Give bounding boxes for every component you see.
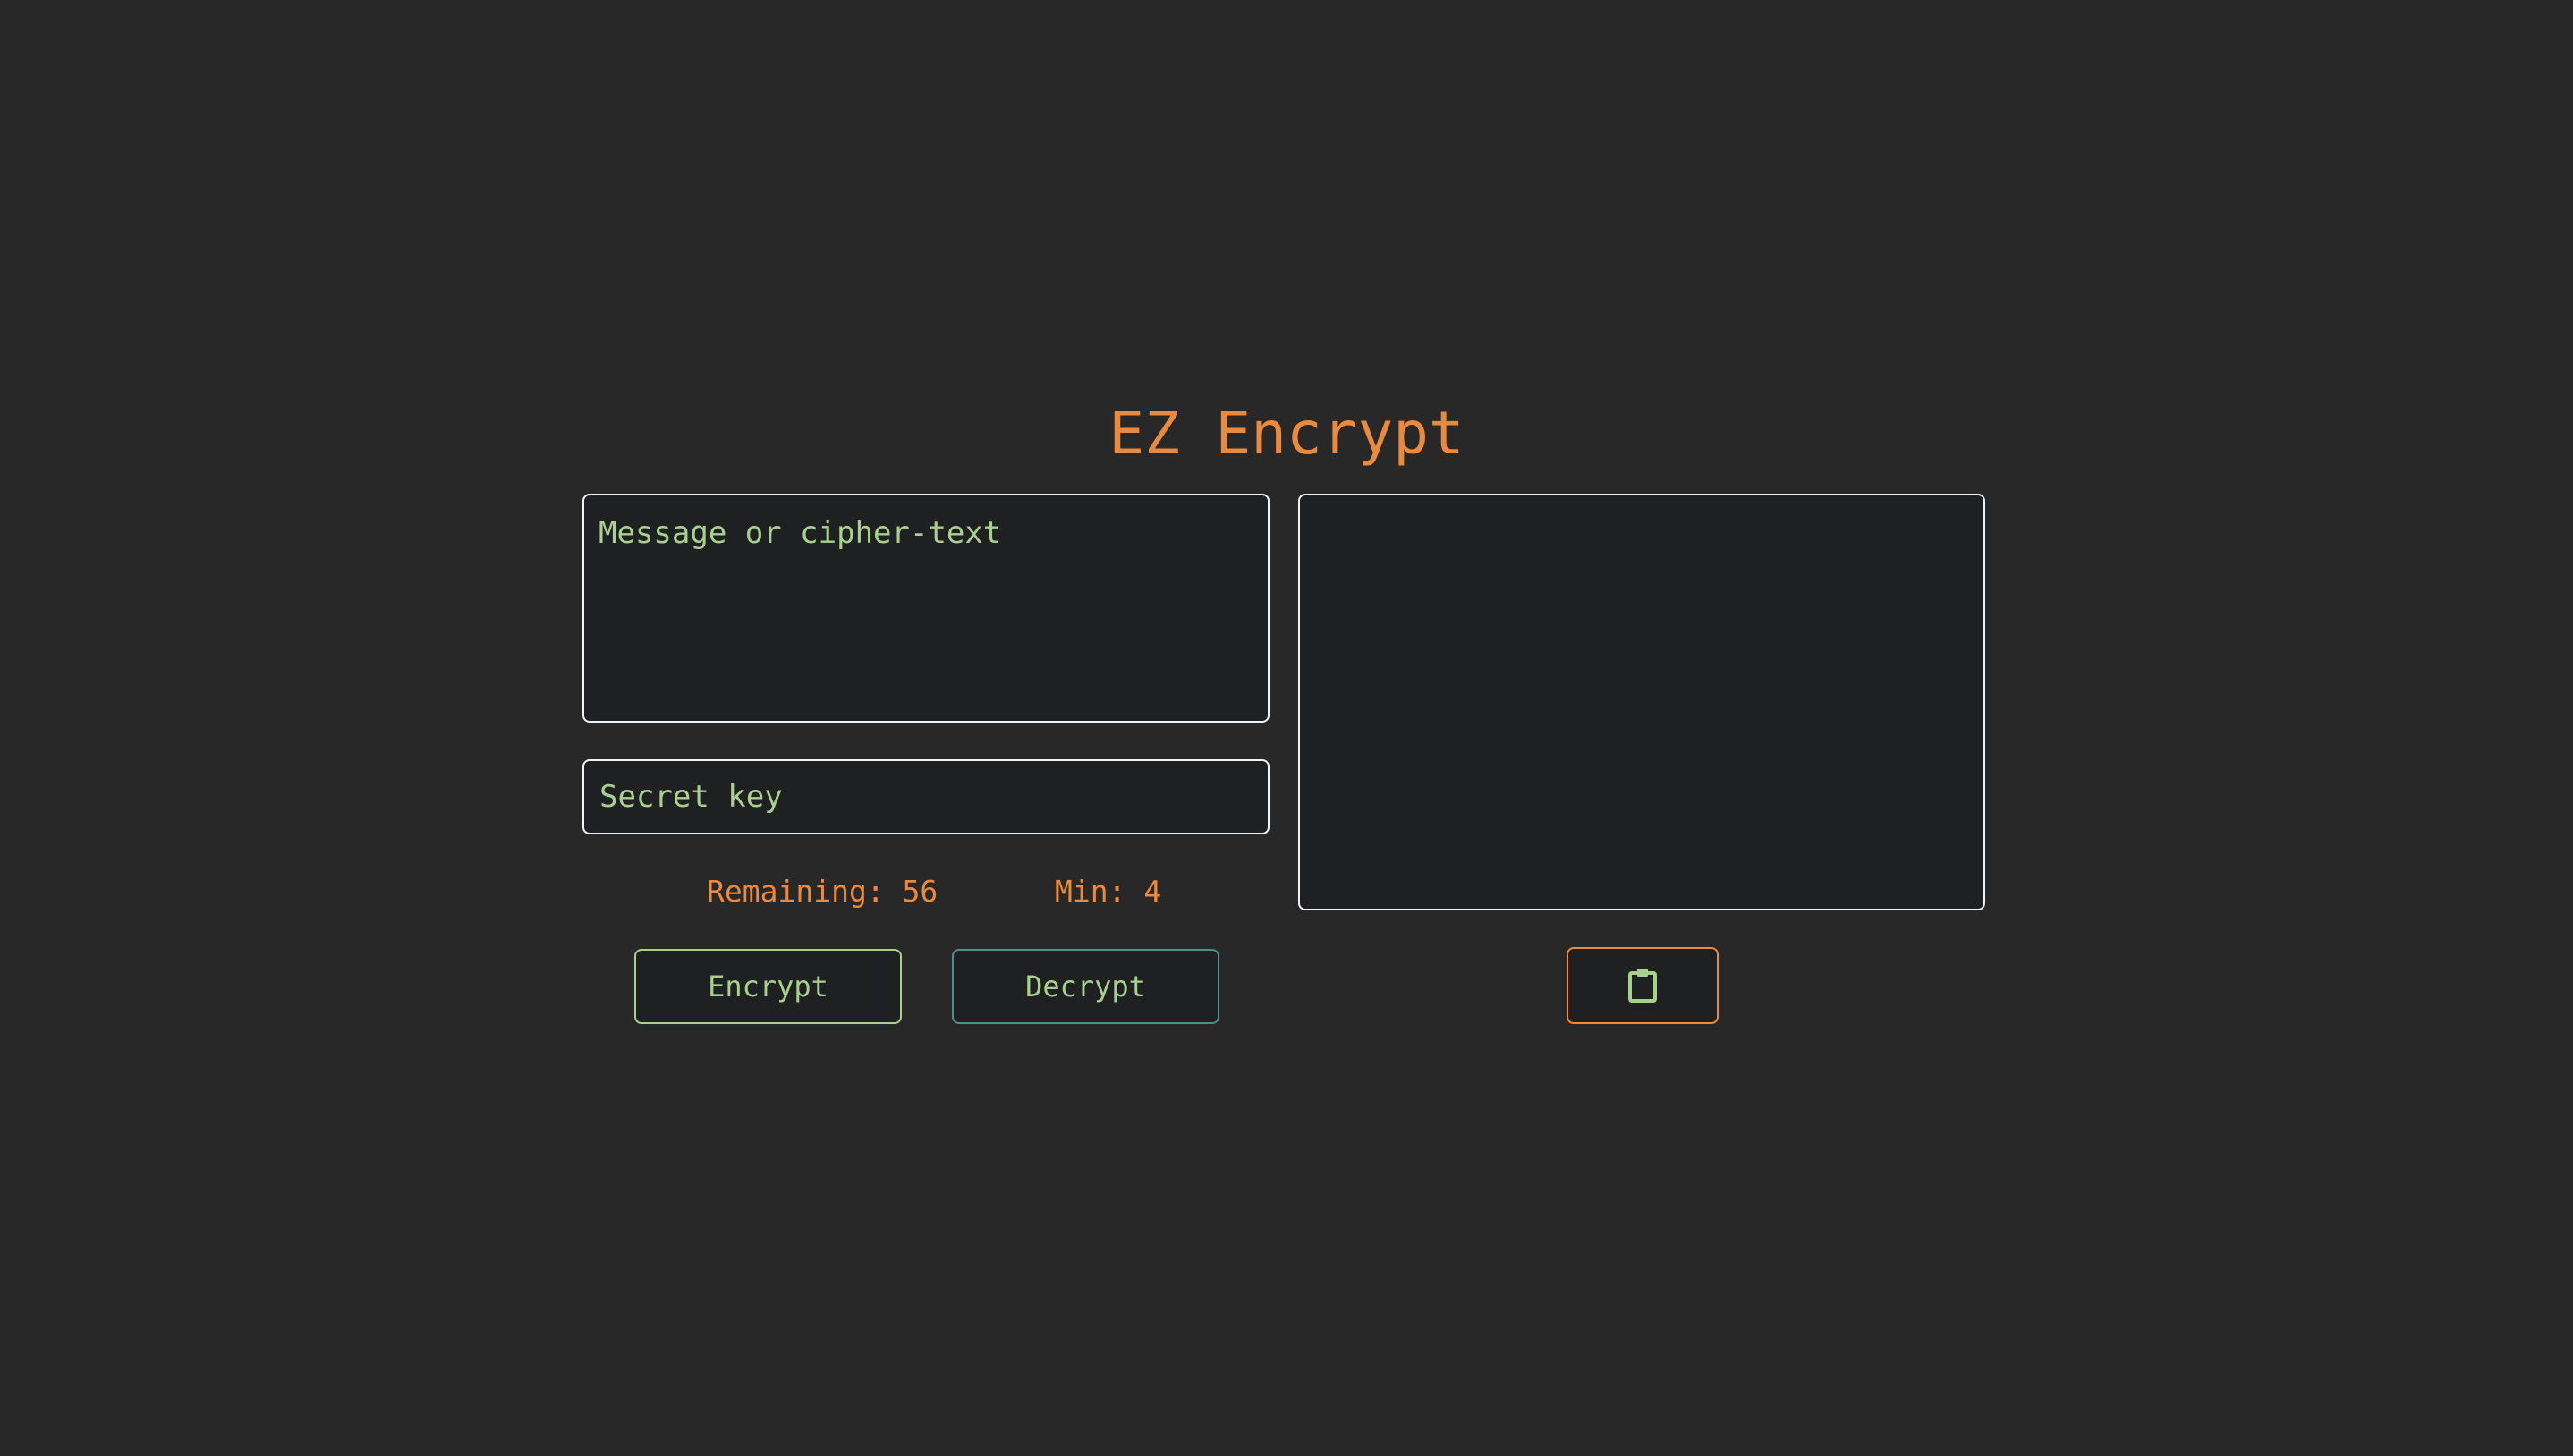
decrypt-button[interactable]: Decrypt bbox=[952, 949, 1219, 1024]
app-root: EZ Encrypt Remaining: 56 Min: 4 Encrypt … bbox=[0, 0, 2573, 1456]
clipboard-icon bbox=[1626, 968, 1659, 1003]
encrypt-button[interactable]: Encrypt bbox=[634, 949, 902, 1024]
min-count: Min: 4 bbox=[1055, 874, 1162, 909]
secret-key-input[interactable] bbox=[582, 759, 1270, 834]
page-title: EZ Encrypt bbox=[1108, 399, 1465, 468]
message-input[interactable] bbox=[582, 494, 1270, 723]
output-text-area[interactable] bbox=[1298, 494, 1985, 910]
remaining-count: Remaining: 56 bbox=[707, 874, 938, 909]
copy-button[interactable] bbox=[1567, 947, 1719, 1024]
